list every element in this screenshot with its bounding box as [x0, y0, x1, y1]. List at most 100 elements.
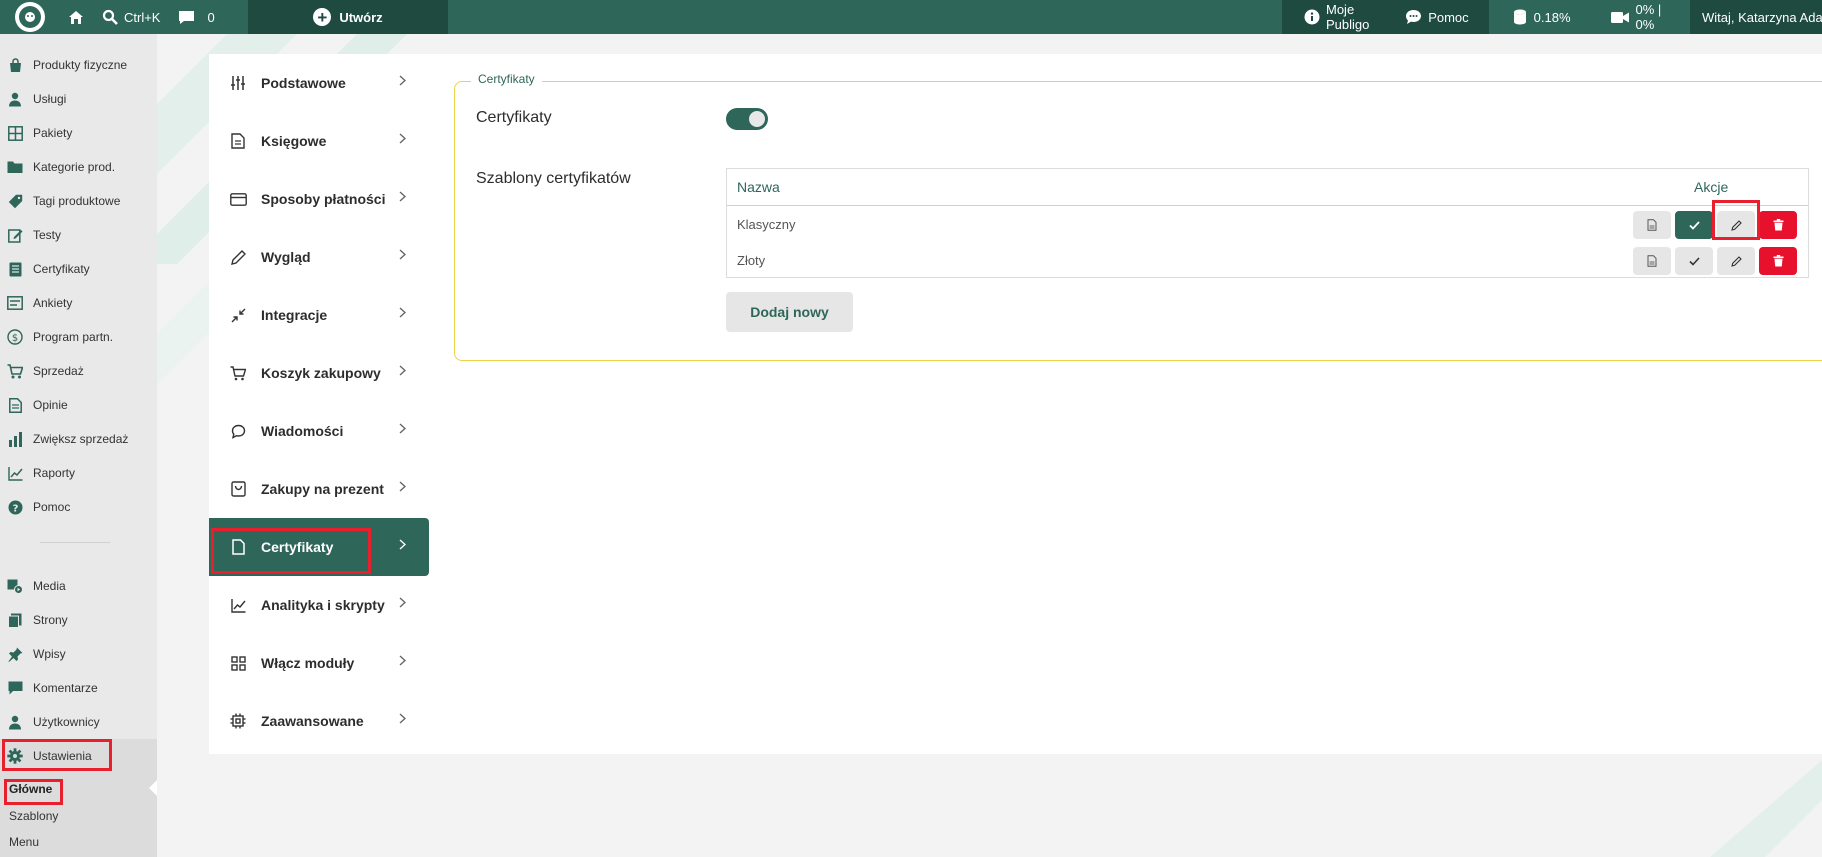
- video-camera-icon: [1610, 11, 1629, 24]
- edit-button[interactable]: [1717, 247, 1755, 275]
- set-default-button[interactable]: [1675, 211, 1713, 239]
- sidebar-item-certyfikaty[interactable]: Certyfikaty: [0, 257, 157, 281]
- chevron-right-icon: [399, 133, 406, 144]
- storage-usage[interactable]: 0.18%: [1489, 0, 1599, 34]
- comments-button[interactable]: 0: [178, 0, 215, 34]
- grid-icon: [7, 125, 23, 141]
- sliders-icon: [229, 74, 247, 92]
- settings-nav-zakupy-na-prezent[interactable]: Zakupy na prezent: [209, 460, 429, 518]
- pencil-icon: [1730, 255, 1742, 267]
- settings-nav-wyglad[interactable]: Wygląd: [209, 228, 429, 286]
- comment-icon: [7, 680, 23, 696]
- table-row: Złoty: [727, 242, 1808, 278]
- settings-nav-wlacz-moduly[interactable]: Włącz moduły: [209, 634, 429, 692]
- user-icon: [7, 714, 23, 730]
- chevron-right-icon: [399, 655, 406, 666]
- sidebar-item-raporty[interactable]: Raporty: [0, 461, 157, 485]
- sidebar-item-uzytkownicy[interactable]: Użytkownicy: [0, 710, 157, 734]
- sidebar-item-strony[interactable]: Strony: [0, 608, 157, 632]
- preview-button[interactable]: [1633, 211, 1671, 239]
- sidebar-item-kategorie[interactable]: Kategorie prod.: [0, 155, 157, 179]
- sidebar-item-testy[interactable]: Testy: [0, 223, 157, 247]
- sidebar-item-uslugi[interactable]: Usługi: [0, 87, 157, 111]
- compress-icon: [229, 306, 247, 324]
- sidebar-item-ankiety[interactable]: Ankiety: [0, 291, 157, 315]
- pencil-square-icon: [7, 227, 23, 243]
- settings-nav-label: Wiadomości: [261, 423, 344, 439]
- submenu-menu[interactable]: Menu: [9, 835, 39, 849]
- svg-text:$: $: [12, 333, 18, 344]
- certificates-toggle[interactable]: [726, 108, 768, 130]
- help-label: Pomoc: [1428, 9, 1469, 25]
- settings-nav-analityka[interactable]: Analityka i skrypty: [209, 576, 429, 634]
- my-publigo-link[interactable]: Moje Publigo: [1304, 0, 1387, 34]
- sidebar-item-label: Pomoc: [33, 500, 71, 514]
- info-icon: [1304, 9, 1320, 25]
- pencil-icon: [229, 248, 247, 266]
- help-link[interactable]: Pomoc: [1405, 0, 1469, 34]
- video-value: 0% | 0%: [1635, 2, 1662, 32]
- sidebar-item-pakiety[interactable]: Pakiety: [0, 121, 157, 145]
- settings-nav-koszyk[interactable]: Koszyk zakupowy: [209, 344, 429, 402]
- cart-icon: [229, 364, 247, 382]
- sidebar-item-label: Tagi produktowe: [33, 194, 121, 208]
- cart-icon: [7, 363, 23, 379]
- settings-nav-podstawowe[interactable]: Podstawowe: [209, 54, 429, 112]
- submenu-szablony[interactable]: Szablony: [9, 809, 58, 823]
- delete-button[interactable]: [1759, 211, 1797, 239]
- user-greeting[interactable]: Witaj, Katarzyna Ada: [1690, 0, 1822, 34]
- chevron-right-icon: [399, 713, 406, 724]
- comments-count: 0: [207, 9, 215, 25]
- sidebar-item-opinie[interactable]: Opinie: [0, 393, 157, 417]
- tag-icon: [7, 193, 23, 209]
- check-icon: [1688, 220, 1700, 230]
- sidebar-item-media[interactable]: Media: [0, 574, 157, 598]
- chevron-right-icon: [399, 481, 406, 492]
- sidebar-item-zwieksz-sprzedaz[interactable]: Zwiększ sprzedaż: [0, 427, 157, 451]
- active-menu-arrow: [149, 780, 157, 796]
- document-icon: [7, 261, 23, 277]
- sidebar-item-label: Program partn.: [33, 330, 114, 344]
- preview-button[interactable]: [1633, 247, 1671, 275]
- settings-nav-label: Zaawansowane: [261, 713, 364, 729]
- settings-panel: Podstawowe Księgowe Sposoby płatności Wy…: [209, 54, 1822, 754]
- line-chart-icon: [7, 465, 23, 481]
- file-preview-icon: [1647, 255, 1657, 267]
- sidebar-item-program-partnerski[interactable]: $ Program partn.: [0, 325, 157, 349]
- question-icon: ?: [7, 499, 23, 515]
- search-button[interactable]: Ctrl+K: [102, 0, 160, 34]
- settings-nav-label: Zakupy na prezent: [261, 481, 384, 497]
- create-button[interactable]: + Utwórz: [248, 0, 448, 34]
- sidebar-item-label: Raporty: [33, 466, 76, 480]
- sidebar-item-label: Wpisy: [33, 647, 66, 661]
- check-icon: [1688, 256, 1700, 266]
- sidebar-item-wpisy[interactable]: Wpisy: [0, 642, 157, 666]
- top-bar: Ctrl+K 0 + Utwórz Moje Publigo Pomoc 0.1…: [0, 0, 1822, 34]
- sidebar-item-produkty-fizyczne[interactable]: Produkty fizyczne: [0, 53, 157, 77]
- delete-button[interactable]: [1759, 247, 1797, 275]
- set-default-button[interactable]: [1675, 247, 1713, 275]
- chart-icon: [229, 596, 247, 614]
- sidebar-item-pomoc[interactable]: ? Pomoc: [0, 495, 157, 519]
- settings-nav-integracje[interactable]: Integracje: [209, 286, 429, 344]
- sidebar-item-sprzedaz[interactable]: Sprzedaż: [0, 359, 157, 383]
- settings-nav-sposoby-platnosci[interactable]: Sposoby płatności: [209, 170, 429, 228]
- settings-nav-wiadomosci[interactable]: Wiadomości: [209, 402, 429, 460]
- storage-value: 0.18%: [1533, 9, 1571, 25]
- sidebar-item-tagi[interactable]: Tagi produktowe: [0, 189, 157, 213]
- logo[interactable]: [15, 2, 45, 32]
- sidebar-item-komentarze[interactable]: Komentarze: [0, 676, 157, 700]
- settings-nav-ksiegowe[interactable]: Księgowe: [209, 112, 429, 170]
- search-icon: [102, 9, 118, 25]
- settings-nav-zaawansowane[interactable]: Zaawansowane: [209, 692, 429, 750]
- sidebar-item-label: Usługi: [33, 92, 67, 106]
- add-new-button[interactable]: Dodaj nowy: [726, 292, 853, 332]
- chevron-right-icon: [399, 249, 406, 260]
- home-button[interactable]: [68, 0, 84, 34]
- trash-icon: [1773, 255, 1784, 267]
- card-icon: [229, 190, 247, 208]
- video-usage[interactable]: 0% | 0%: [1599, 0, 1690, 34]
- greeting-label: Witaj, Katarzyna Ada: [1702, 9, 1822, 25]
- highlight-box-certyfikaty-nav: [211, 528, 371, 574]
- template-name: Klasyczny: [737, 217, 796, 232]
